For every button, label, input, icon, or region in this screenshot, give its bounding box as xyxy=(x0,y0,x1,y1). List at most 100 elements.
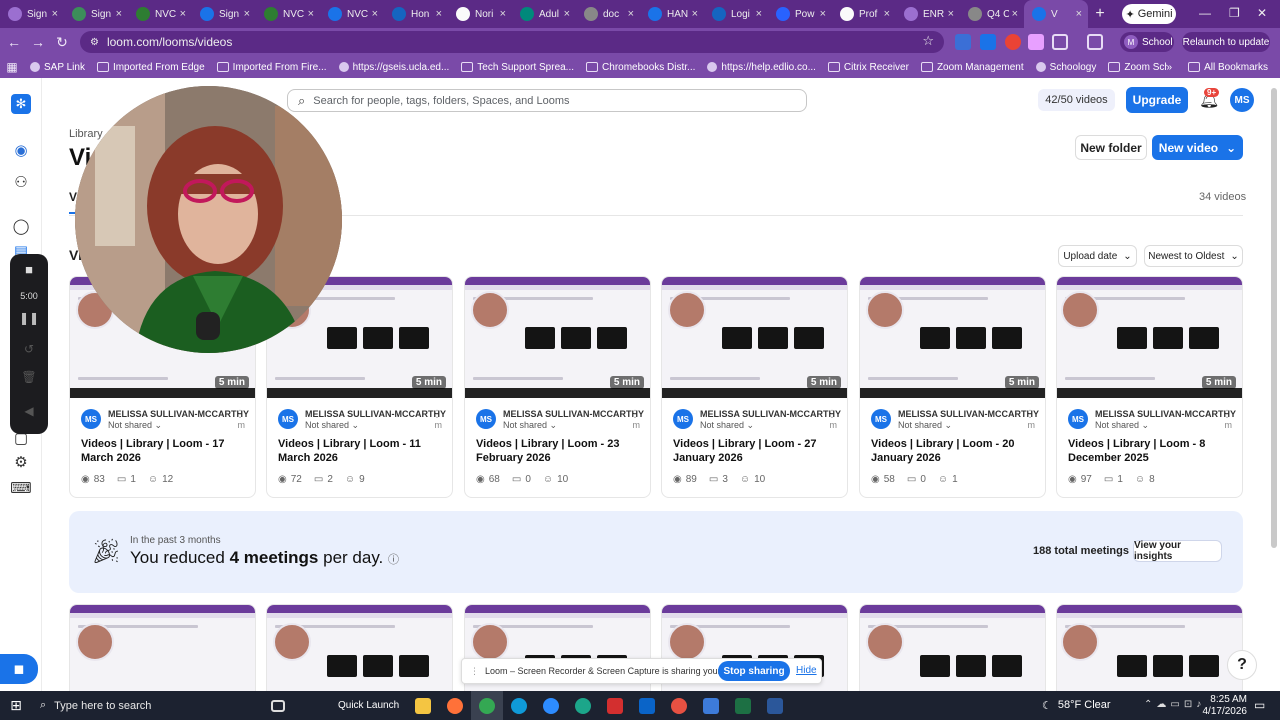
bookmark-item[interactable]: Schoology xyxy=(1030,62,1103,73)
tab-close-icon[interactable]: × xyxy=(1076,8,1082,20)
notifications-icon[interactable]: ▭ xyxy=(1254,698,1265,712)
pause-icon[interactable]: ❚❚ xyxy=(10,311,48,325)
chrome-icon[interactable] xyxy=(471,691,504,720)
bookmark-star-icon[interactable]: ☆ xyxy=(922,33,934,49)
quick-launch-label[interactable]: Quick Launch xyxy=(338,700,399,711)
video-card[interactable] xyxy=(266,604,453,691)
task-view-icon[interactable] xyxy=(262,691,294,720)
file-explorer-icon[interactable] xyxy=(407,691,439,720)
share-status[interactable]: Not shared ⌄ xyxy=(503,420,557,431)
page-scrollbar[interactable] xyxy=(1271,88,1277,548)
breadcrumb[interactable]: Library xyxy=(69,128,103,140)
video-thumbnail[interactable] xyxy=(860,605,1045,691)
trash-icon[interactable]: 🗑︎ xyxy=(10,370,48,384)
share-status[interactable]: Not shared ⌄ xyxy=(700,420,754,431)
word-icon[interactable] xyxy=(759,691,791,720)
tab-close-icon[interactable]: × xyxy=(628,8,634,20)
zoom-extension-icon[interactable] xyxy=(980,34,996,50)
edge-icon[interactable] xyxy=(503,691,535,720)
tab-close-icon[interactable]: × xyxy=(1012,8,1018,20)
video-title[interactable]: Videos | Library | Loom - 23 February 20… xyxy=(476,437,644,465)
video-quota-badge[interactable]: 42/50 videos xyxy=(1038,89,1115,111)
more-options-icon[interactable]: ⋮ xyxy=(1025,409,1035,420)
more-options-icon[interactable]: ⋮ xyxy=(630,409,640,420)
stop-recording-icon[interactable]: ■ xyxy=(10,262,48,277)
loom-logo-icon[interactable]: ✻ xyxy=(11,94,31,114)
new-video-button[interactable]: New video ⌄ xyxy=(1152,135,1243,160)
settings-gear-icon[interactable]: ⚙ xyxy=(11,452,31,472)
browser-tab[interactable]: ENR × xyxy=(896,0,960,28)
tab-close-icon[interactable]: × xyxy=(948,8,954,20)
browser-tab[interactable]: Hon × xyxy=(384,0,448,28)
minimize-icon[interactable]: — xyxy=(1199,6,1211,20)
browser-tab[interactable]: V × xyxy=(1024,0,1088,28)
tab-close-icon[interactable]: × xyxy=(692,8,698,20)
browser-tab[interactable]: Sign × xyxy=(192,0,256,28)
workspace-icon[interactable]: ◉ xyxy=(11,140,31,160)
bookmark-item[interactable]: Tech Support Sprea... xyxy=(455,62,580,73)
outlook-icon[interactable] xyxy=(631,691,663,720)
share-status[interactable]: Not shared ⌄ xyxy=(898,420,952,431)
video-card[interactable] xyxy=(69,604,256,691)
account-icon[interactable]: ◯ xyxy=(11,216,31,236)
system-tray[interactable]: ⌃☁▭⊡♪ xyxy=(1144,699,1205,710)
bookmark-item[interactable]: Zoom Scheduler - C... xyxy=(1102,62,1167,73)
bookmark-item[interactable]: SAP Link xyxy=(24,62,91,73)
reload-icon[interactable]: ↻ xyxy=(50,34,74,51)
edge-dev-icon[interactable] xyxy=(567,691,599,720)
video-title[interactable]: Videos | Library | Loom - 11 March 2026 xyxy=(278,437,446,465)
gemini-button[interactable]: ✦ Gemini xyxy=(1122,4,1176,24)
video-card[interactable] xyxy=(1056,604,1243,691)
bookmark-item[interactable]: Zoom Management xyxy=(915,62,1030,73)
browser-tab[interactable]: HAN × xyxy=(640,0,704,28)
calculator-icon[interactable] xyxy=(695,691,727,720)
browser-tab[interactable]: Logi × xyxy=(704,0,768,28)
browser-tab[interactable]: Q4 C × xyxy=(960,0,1024,28)
video-title[interactable]: Videos | Library | Loom - 20 January 202… xyxy=(871,437,1039,465)
video-title[interactable]: Videos | Library | Loom - 17 March 2026 xyxy=(81,437,249,465)
apps-grid-icon[interactable]: ▦ xyxy=(0,60,24,74)
info-icon[interactable]: ⓘ xyxy=(388,554,399,566)
bookmark-item[interactable]: Chromebooks Distr... xyxy=(580,62,701,73)
profile-button[interactable]: M School xyxy=(1120,32,1174,52)
video-title[interactable]: Videos | Library | Loom - 8 December 202… xyxy=(1068,437,1236,465)
more-options-icon[interactable]: ⋮ xyxy=(235,409,245,420)
new-tab-icon[interactable]: + xyxy=(1088,5,1112,23)
tab-close-icon[interactable]: × xyxy=(244,8,250,20)
video-card[interactable]: 5 min MS MELISSA SULLIVAN-MCCARTHY ⋮ Not sha… xyxy=(859,276,1046,498)
browser-tab[interactable]: Nori × xyxy=(448,0,512,28)
snip-icon[interactable] xyxy=(663,691,695,720)
avatar[interactable]: MS xyxy=(1230,88,1254,112)
stop-sharing-button[interactable]: Stop sharing xyxy=(718,661,790,681)
video-card[interactable]: 5 min MS MELISSA SULLIVAN-MCCARTHY ⋮ Not sha… xyxy=(1056,276,1243,498)
tab-close-icon[interactable]: × xyxy=(436,8,442,20)
bookmark-item[interactable]: https://help.edlio.co... xyxy=(701,62,822,73)
video-card[interactable] xyxy=(859,604,1046,691)
bookmark-item[interactable]: Imported From Fire... xyxy=(211,62,333,73)
forward-icon[interactable]: → xyxy=(26,34,50,50)
search-input[interactable]: ⌕ Search for people, tags, folders, Spac… xyxy=(287,89,807,112)
extensions-puzzle-icon[interactable] xyxy=(1052,34,1068,50)
tab-close-icon[interactable]: × xyxy=(564,8,570,20)
tab-close-icon[interactable]: × xyxy=(884,8,890,20)
tab-close-icon[interactable]: × xyxy=(500,8,506,20)
close-window-icon[interactable]: ✕ xyxy=(1257,6,1267,20)
share-status[interactable]: Not shared ⌄ xyxy=(108,420,162,431)
address-bar[interactable]: ⚙ loom.com/looms/videos ☆ xyxy=(80,31,944,53)
video-card[interactable]: 5 min MS MELISSA SULLIVAN-MCCARTHY ⋮ Not sha… xyxy=(661,276,848,498)
site-info-icon[interactable]: ⚙ xyxy=(90,37,99,48)
side-panel-icon[interactable] xyxy=(1087,34,1103,50)
tab-close-icon[interactable]: × xyxy=(756,8,762,20)
taskbar-search[interactable]: ⌕ Type here to search xyxy=(32,691,262,720)
browser-tab[interactable]: NVC × xyxy=(256,0,320,28)
share-status[interactable]: Not shared ⌄ xyxy=(1095,420,1149,431)
camera-bubble[interactable] xyxy=(75,86,342,353)
bookmarks-overflow-icon[interactable]: » xyxy=(1167,62,1173,73)
browser-tab[interactable]: doc × xyxy=(576,0,640,28)
back-icon[interactable]: ← xyxy=(2,34,26,50)
browser-tab[interactable]: Pow × xyxy=(768,0,832,28)
taskbar-clock[interactable]: 8:25 AM 4/17/2026 xyxy=(1201,694,1248,718)
browser-tab[interactable]: Sign × xyxy=(0,0,64,28)
tab-close-icon[interactable]: × xyxy=(180,8,186,20)
video-thumbnail[interactable] xyxy=(1057,605,1242,691)
